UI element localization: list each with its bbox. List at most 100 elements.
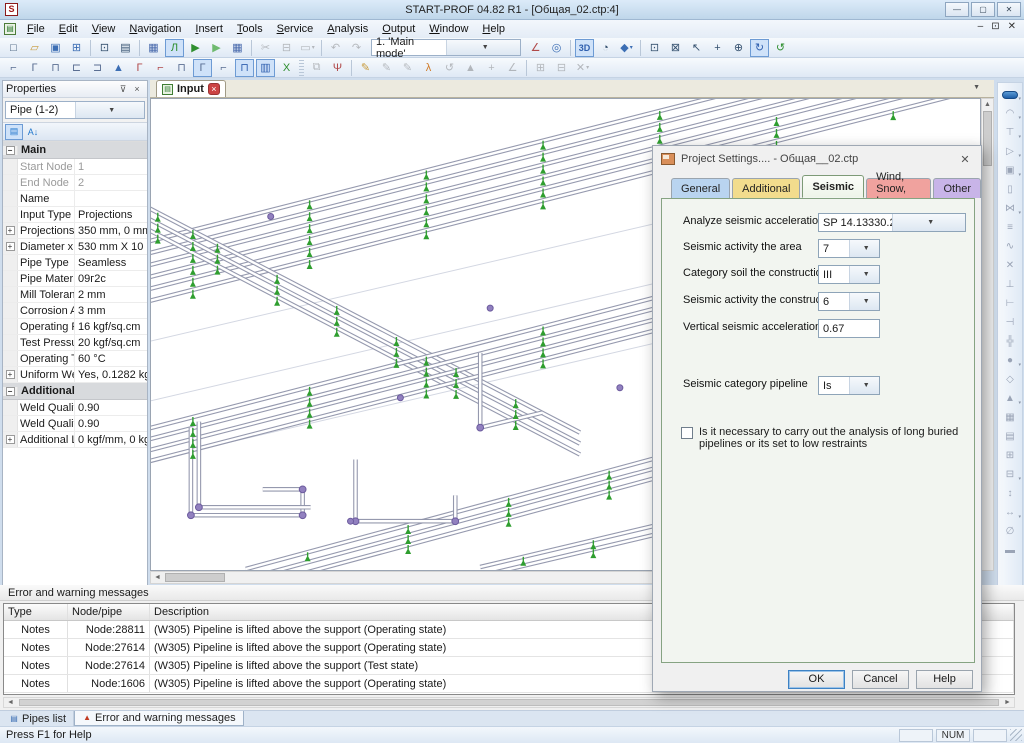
- viewport-vertical-scrollbar[interactable]: ▲: [981, 98, 994, 571]
- undo-icon[interactable]: ↶: [326, 39, 345, 57]
- dialog-tab-seismic[interactable]: Seismic: [802, 175, 864, 198]
- menu-file[interactable]: File: [20, 21, 52, 37]
- property-value[interactable]: 0.90: [75, 400, 147, 415]
- delete-icon[interactable]: ✕▾: [573, 59, 592, 77]
- refresh-view-icon[interactable]: ↺: [771, 39, 790, 57]
- property-value[interactable]: 20 kgf/sq.cm: [75, 335, 147, 350]
- expand-icon[interactable]: +: [6, 242, 15, 251]
- mdi-minimize-button[interactable]: –: [978, 21, 984, 32]
- property-value[interactable]: 530 mm X 10 mm: [75, 239, 147, 254]
- property-value[interactable]: 0 kgf/mm, 0 kgf/: [75, 432, 147, 447]
- save-all-icon[interactable]: ⊞: [67, 39, 86, 57]
- column-header-node[interactable]: Node/pipe: [68, 604, 150, 620]
- paste-icon[interactable]: ▭▾: [298, 39, 317, 57]
- scroll-up-icon[interactable]: ▲: [981, 99, 994, 110]
- insert-cap-icon[interactable]: ▯: [999, 180, 1021, 199]
- pipe-run-icon[interactable]: ⌐: [151, 59, 170, 77]
- zoom-extents-icon[interactable]: ⊠: [666, 39, 685, 57]
- print-icon[interactable]: ▤: [116, 39, 135, 57]
- buried-pipelines-checkbox-row[interactable]: Is it necessary to carry out the analysi…: [681, 426, 961, 450]
- insert-tee-icon[interactable]: ⊤▾: [999, 123, 1021, 142]
- export-excel-icon[interactable]: X: [277, 59, 296, 77]
- select-cursor-icon[interactable]: ↖: [687, 39, 706, 57]
- field-select[interactable]: 7▼: [818, 239, 880, 258]
- menu-insert[interactable]: Insert: [188, 21, 230, 37]
- units-icon[interactable]: ▦: [144, 39, 163, 57]
- dialog-tab-other[interactable]: Other: [933, 178, 981, 198]
- rotate-view-icon[interactable]: ↻: [750, 39, 769, 57]
- property-row[interactable]: Start Node1: [3, 159, 147, 175]
- cut-icon[interactable]: ✂: [256, 39, 275, 57]
- property-row[interactable]: End Node2: [3, 175, 147, 191]
- field-select[interactable]: SP 14.13330.2014 (Russia)▼: [818, 213, 966, 232]
- tab-error-messages[interactable]: ▲ Error and warning messages: [74, 711, 244, 726]
- menu-analysis[interactable]: Analysis: [320, 21, 375, 37]
- angle-tool-icon[interactable]: ∠: [526, 39, 545, 57]
- property-section-header[interactable]: −Additional: [3, 383, 147, 400]
- remove-element-icon[interactable]: ⊟▾: [999, 465, 1021, 484]
- insert-bend-icon[interactable]: Γ: [25, 59, 44, 77]
- insert-pipe-icon[interactable]: ▾: [999, 85, 1021, 104]
- view-3d-icon[interactable]: 3D: [575, 39, 594, 57]
- property-value[interactable]: 16 kgf/sq.cm: [75, 319, 147, 334]
- property-value[interactable]: 350 mm, 0 mm, 0: [75, 223, 147, 238]
- insert-pipe-icon[interactable]: ⌐: [4, 59, 23, 77]
- redo-icon[interactable]: ↷: [347, 39, 366, 57]
- close-button[interactable]: ✕: [997, 2, 1021, 17]
- tabstrip-overflow-icon[interactable]: ▼: [973, 84, 980, 91]
- find-icon[interactable]: ◔: [596, 39, 615, 57]
- property-row[interactable]: Test Pressure20 kgf/sq.cm: [3, 335, 147, 351]
- insert-rod-hanger-icon[interactable]: ╬: [999, 332, 1021, 351]
- collapse-handle-icon[interactable]: ▬: [999, 541, 1021, 560]
- property-row[interactable]: Operating Te60 °C: [3, 351, 147, 367]
- test-mode-icon[interactable]: ▶: [207, 39, 226, 57]
- new-file-icon[interactable]: □: [4, 39, 23, 57]
- property-row[interactable]: Weld Quality0.90: [3, 400, 147, 416]
- properties-object-selector[interactable]: Pipe (1-2) ▼: [5, 101, 145, 119]
- move-model-icon[interactable]: +: [482, 59, 501, 77]
- stretch-tool-icon[interactable]: ↕: [999, 484, 1021, 503]
- edit-node-icon[interactable]: ✎: [377, 59, 396, 77]
- property-value[interactable]: 0.90: [75, 416, 147, 431]
- copy-icon[interactable]: ⊟: [277, 39, 296, 57]
- property-value[interactable]: 09г2с: [75, 271, 147, 286]
- property-value[interactable]: Yes, 0.1282 kgf/m: [75, 367, 147, 382]
- insert-node-icon[interactable]: ●▾: [999, 351, 1021, 370]
- tab-input[interactable]: ▤ Input ×: [156, 80, 226, 97]
- insert-spring-hanger-icon[interactable]: ⊣: [999, 313, 1021, 332]
- field-select[interactable]: III▼: [818, 265, 880, 284]
- property-row[interactable]: Corrosion All3 mm: [3, 303, 147, 319]
- expand-icon[interactable]: +: [6, 226, 15, 235]
- property-value[interactable]: 3 mm: [75, 303, 147, 318]
- menu-view[interactable]: View: [85, 21, 123, 37]
- insert-riser-icon[interactable]: ⊐: [88, 59, 107, 77]
- run-analysis-icon[interactable]: λ: [419, 59, 438, 77]
- reset-results-icon[interactable]: ↺: [440, 59, 459, 77]
- show-supports-icon[interactable]: ⊓: [235, 59, 254, 77]
- menu-edit[interactable]: Edit: [52, 21, 85, 37]
- scrollbar-thumb[interactable]: [165, 573, 225, 582]
- property-row[interactable]: +Diameter x Th530 mm X 10 mm: [3, 239, 147, 255]
- calculator-icon[interactable]: ▦: [228, 39, 247, 57]
- cancel-button[interactable]: Cancel: [852, 670, 909, 689]
- scroll-right-icon[interactable]: ►: [1001, 697, 1014, 708]
- insert-flange-icon[interactable]: ≡: [999, 218, 1021, 237]
- maximize-button[interactable]: ▢: [971, 2, 995, 17]
- property-row[interactable]: +Projections/a350 mm, 0 mm, 0: [3, 223, 147, 239]
- add-element-icon[interactable]: ⊞: [999, 446, 1021, 465]
- insert-tank-icon[interactable]: ▲▾: [999, 389, 1021, 408]
- toolbar-grip[interactable]: [299, 60, 304, 76]
- ok-button[interactable]: OK: [788, 670, 845, 689]
- menu-help[interactable]: Help: [475, 21, 512, 37]
- help-button[interactable]: Help: [916, 670, 973, 689]
- property-value[interactable]: [75, 191, 147, 206]
- minimize-button[interactable]: —: [945, 2, 969, 17]
- menu-navigation[interactable]: Navigation: [122, 21, 188, 37]
- import-icon[interactable]: ⊞: [531, 59, 550, 77]
- property-value[interactable]: Seamless: [75, 255, 147, 270]
- copy-object-icon[interactable]: ⧉: [307, 59, 326, 77]
- property-value[interactable]: 1: [75, 159, 147, 174]
- alphabetical-sort-icon[interactable]: A↓: [24, 124, 42, 140]
- menu-tools[interactable]: Tools: [230, 21, 270, 37]
- scroll-left-icon[interactable]: ◄: [151, 572, 164, 583]
